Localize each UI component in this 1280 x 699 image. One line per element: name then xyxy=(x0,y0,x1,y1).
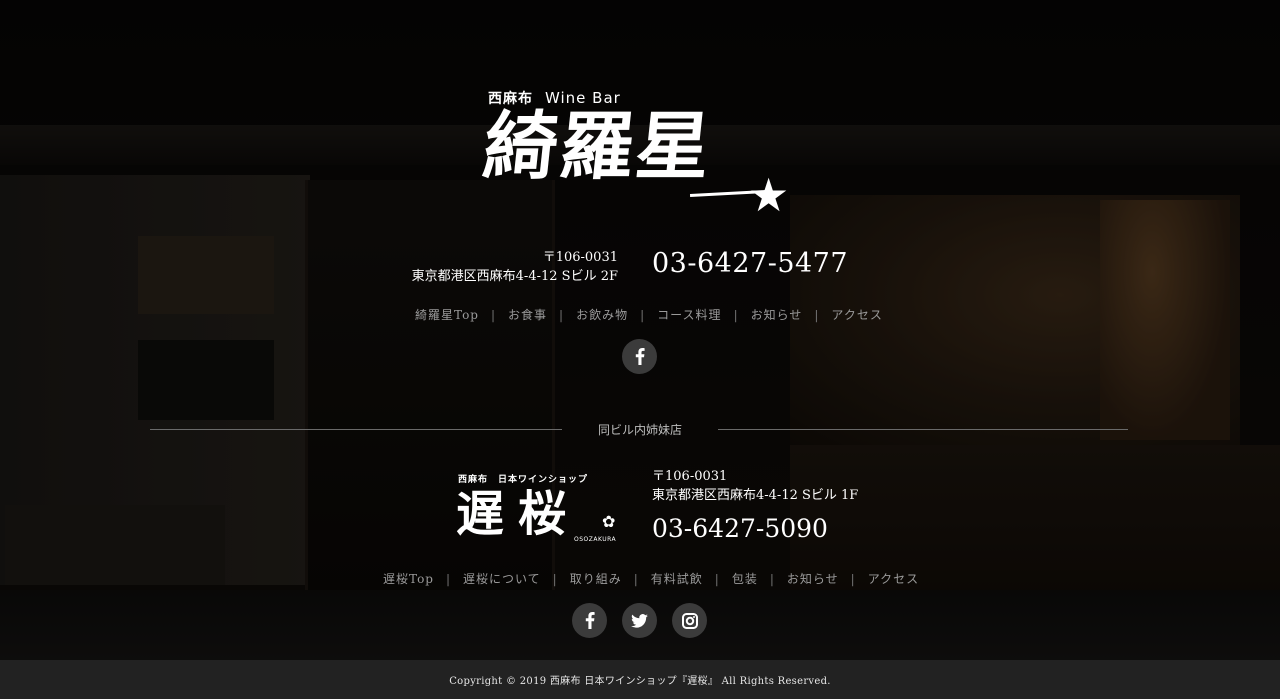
sister-shop-logo-roman: OSOZAKURA xyxy=(574,536,617,543)
nav-separator: | xyxy=(814,307,820,322)
main-shop-social xyxy=(622,339,657,374)
main-shop-tel[interactable]: 03-6427-5477 xyxy=(652,248,848,279)
nav-separator: | xyxy=(633,571,639,586)
nav-paid-tasting[interactable]: 有料試飲 xyxy=(651,570,703,587)
divider-line-right xyxy=(718,429,1128,430)
instagram-icon[interactable] xyxy=(672,603,707,638)
nav-wrapping[interactable]: 包装 xyxy=(732,570,758,587)
sister-shop-divider: 同ビル内姉妹店 xyxy=(150,420,1128,440)
nav-news[interactable]: お知らせ xyxy=(751,306,803,323)
nav-separator: | xyxy=(769,571,775,586)
nav-access[interactable]: アクセス xyxy=(831,306,882,323)
nav-separator: | xyxy=(552,571,558,586)
star-icon: ★ xyxy=(748,168,790,222)
nav-separator: | xyxy=(850,571,856,586)
main-shop-nav: 綺羅星Top | お食事 | お飲み物 | コース料理 | お知らせ | アクセ… xyxy=(415,306,883,323)
nav-news[interactable]: お知らせ xyxy=(787,570,839,587)
twitter-icon[interactable] xyxy=(622,603,657,638)
nav-access[interactable]: アクセス xyxy=(868,570,919,587)
copyright-text: Copyright © 2019 西麻布 日本ワインショップ『遅桜』 All R… xyxy=(449,676,831,687)
nav-initiatives[interactable]: 取り組み xyxy=(570,570,622,587)
sister-shop-address: 東京都港区西麻布4-4-12 Sビル 1F xyxy=(652,488,859,503)
nav-food[interactable]: お食事 xyxy=(508,306,547,323)
sister-shop-subtitle: 西麻布 日本ワインショップ xyxy=(458,475,589,485)
copyright-bar: Copyright © 2019 西麻布 日本ワインショップ『遅桜』 All R… xyxy=(0,660,1280,699)
sister-shop-nav: 遅桜Top | 遅桜について | 取り組み | 有料試飲 | 包装 | お知らせ… xyxy=(383,570,919,587)
nav-separator: | xyxy=(714,571,720,586)
footer-content: 西麻布 Wine Bar 綺羅星 ★ 〒106-0031 東京都港区西麻布4-4-… xyxy=(0,0,1280,660)
nav-separator: | xyxy=(640,307,646,322)
sister-shop-tel[interactable]: 03-6427-5090 xyxy=(652,514,828,543)
main-shop-address: 東京都港区西麻布4-4-12 Sビル 2F xyxy=(411,269,618,284)
main-shop-postal: 〒106-0031 xyxy=(542,250,618,265)
nav-separator: | xyxy=(445,571,452,586)
sister-shop-logo[interactable]: 遅桜 xyxy=(456,490,580,538)
nav-about[interactable]: 遅桜について xyxy=(463,570,541,587)
facebook-icon[interactable] xyxy=(572,603,607,638)
nav-separator: | xyxy=(559,307,565,322)
nav-course[interactable]: コース料理 xyxy=(657,306,721,323)
flower-icon: ✿ xyxy=(602,512,616,531)
nav-separator: | xyxy=(733,307,739,322)
nav-drinks[interactable]: お飲み物 xyxy=(576,306,628,323)
divider-label: 同ビル内姉妹店 xyxy=(597,423,682,437)
nav-kirarahoshi-top[interactable]: 綺羅星Top xyxy=(415,306,479,323)
main-shop-address-block: 〒106-0031 東京都港区西麻布4-4-12 Sビル 2F xyxy=(412,248,618,286)
main-shop-logo[interactable]: 綺羅星 xyxy=(479,104,716,190)
nav-separator: | xyxy=(490,307,497,322)
sister-shop-postal: 〒106-0031 xyxy=(652,469,728,484)
sister-shop-address-block: 〒106-0031 東京都港区西麻布4-4-12 Sビル 1F xyxy=(652,467,858,505)
sister-shop-social xyxy=(572,603,707,638)
nav-osozakura-top[interactable]: 遅桜Top xyxy=(383,570,434,587)
divider-line-left xyxy=(150,429,562,430)
facebook-icon[interactable] xyxy=(622,339,657,374)
